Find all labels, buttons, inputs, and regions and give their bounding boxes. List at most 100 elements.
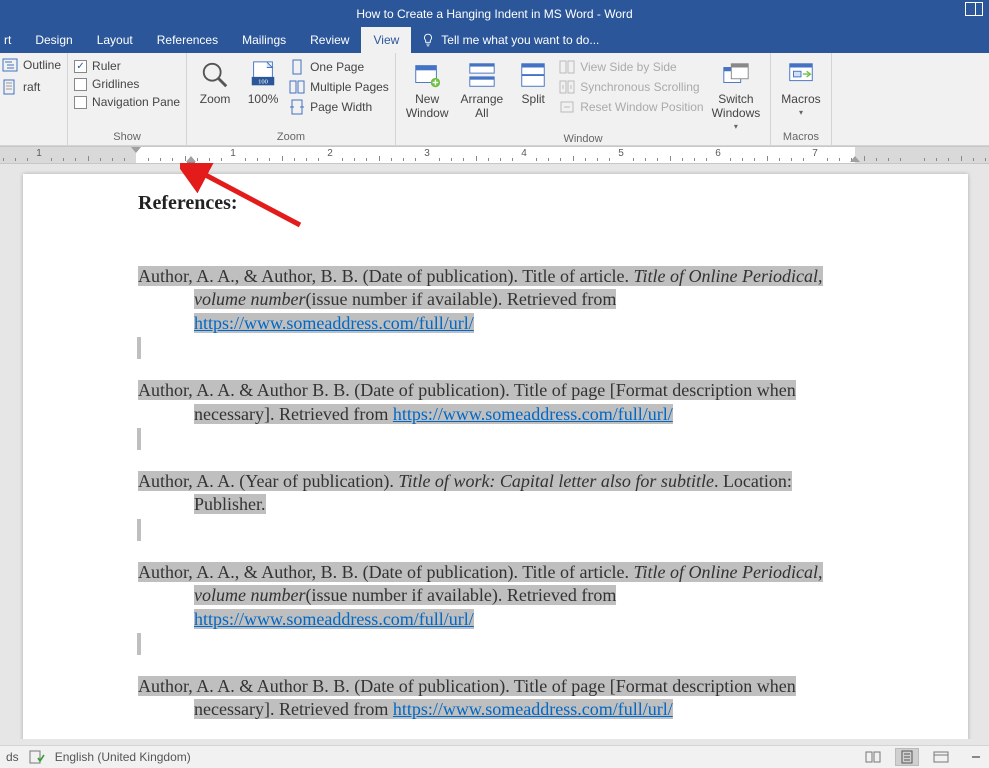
outline-view-button[interactable]: Outline (2, 57, 61, 73)
reference-entry: Author, A. A., & Author, B. B. (Date of … (138, 265, 858, 335)
reference-link[interactable]: https://www.someaddress.com/full/url/ (194, 313, 474, 333)
reference-entry: Author, A. A. (Year of publication). Tit… (138, 470, 858, 517)
arrange-all-label: Arrange All (461, 93, 504, 121)
horizontal-ruler[interactable]: 11234567 (0, 146, 989, 164)
ribbon-options-icon[interactable] (965, 2, 983, 16)
spellcheck-status[interactable] (29, 750, 45, 764)
chevron-down-icon: ▾ (734, 122, 738, 131)
tab-references[interactable]: References (145, 27, 230, 53)
read-mode-icon (865, 750, 881, 764)
document-area[interactable]: References: Author, A. A., & Author, B. … (0, 164, 989, 739)
split-button[interactable]: Split (511, 57, 555, 107)
zoom-button[interactable]: Zoom (193, 57, 237, 107)
tab-mailings[interactable]: Mailings (230, 27, 298, 53)
ribbon-group-window: New Window Arrange All Split View Side b… (396, 53, 771, 145)
split-label: Split (522, 93, 545, 107)
word-count-label: ds (6, 750, 19, 764)
macros-label: Macros (781, 93, 820, 107)
new-window-label: New Window (406, 93, 449, 121)
zoom-100-label: 100% (248, 93, 279, 107)
language-status[interactable]: English (United Kingdom) (55, 750, 191, 764)
ribbon-tabstrip: rt Design Layout References Mailings Rev… (0, 27, 989, 53)
ribbon-group-zoom: Zoom 100 100% One Page (187, 53, 396, 145)
multiple-pages-button[interactable]: Multiple Pages (289, 79, 389, 95)
reset-pos-icon (559, 99, 575, 115)
new-window-button[interactable]: New Window (402, 57, 453, 121)
web-layout-button[interactable] (929, 748, 953, 766)
word-count-status[interactable]: ds (6, 750, 19, 764)
group-label-macros: Macros (777, 129, 824, 143)
spellcheck-icon (29, 750, 45, 764)
first-line-indent-marker[interactable] (131, 147, 141, 153)
one-page-button[interactable]: One Page (289, 59, 389, 75)
tab-review[interactable]: Review (298, 27, 361, 53)
draft-view-button[interactable]: raft (2, 79, 40, 95)
page-width-label: Page Width (310, 100, 372, 114)
ribbon: Outline raft ✓ Ruler Gridlines (0, 53, 989, 146)
outline-icon (2, 57, 18, 73)
arrange-all-button[interactable]: Arrange All (457, 57, 508, 121)
reference-entry: Author, A. A. & Author B. B. (Date of pu… (138, 379, 858, 426)
zoom-100-button[interactable]: 100 100% (241, 57, 285, 107)
reference-link[interactable]: https://www.someaddress.com/full/url/ (194, 609, 474, 629)
page-width-button[interactable]: Page Width (289, 99, 389, 115)
draft-label: raft (23, 80, 40, 94)
gridlines-checkbox[interactable]: Gridlines (74, 77, 180, 91)
tab-view[interactable]: View (361, 27, 411, 53)
reference-entry: Author, A. A., & Author, B. B. (Date of … (138, 561, 858, 631)
zoom-label: Zoom (200, 93, 231, 107)
sync-scroll-label: Synchronous Scrolling (580, 80, 699, 94)
multiple-pages-icon (289, 79, 305, 95)
paragraph-mark (137, 633, 141, 655)
multiple-pages-label: Multiple Pages (310, 80, 389, 94)
switch-windows-icon (721, 60, 751, 90)
side-by-side-label: View Side by Side (580, 60, 677, 74)
outline-label: Outline (23, 58, 61, 72)
statusbar: ds English (United Kingdom) (0, 745, 989, 768)
macros-button[interactable]: Macros ▾ (777, 57, 824, 117)
navigation-pane-checkbox[interactable]: Navigation Pane (74, 95, 180, 109)
ruler-checkbox[interactable]: ✓ Ruler (74, 59, 180, 73)
zoom-out-button[interactable] (969, 752, 983, 762)
magnifier-icon (200, 60, 230, 90)
window-title: How to Create a Hanging Indent in MS Wor… (356, 7, 632, 21)
checkbox-icon (74, 78, 87, 91)
new-window-icon (412, 60, 442, 90)
reference-link[interactable]: https://www.someaddress.com/full/url/ (393, 404, 673, 424)
sync-scroll-icon (559, 79, 575, 95)
switch-windows-button[interactable]: Switch Windows ▾ (708, 57, 765, 131)
paragraph-mark (137, 519, 141, 541)
print-layout-button[interactable] (895, 748, 919, 766)
tell-me-search[interactable]: Tell me what you want to do... (411, 27, 599, 53)
chevron-down-icon: ▾ (799, 108, 803, 117)
group-label-show: Show (74, 129, 180, 143)
paragraph-mark (137, 428, 141, 450)
reference-link[interactable]: https://www.someaddress.com/full/url/ (393, 699, 673, 719)
ribbon-group-show: ✓ Ruler Gridlines Navigation Pane Show (68, 53, 187, 145)
minus-icon (971, 752, 981, 762)
language-label: English (United Kingdom) (55, 750, 191, 764)
tell-me-label: Tell me what you want to do... (441, 33, 599, 47)
tab-layout[interactable]: Layout (85, 27, 145, 53)
ruler-checkbox-label: Ruler (92, 59, 121, 73)
group-label-zoom: Zoom (193, 129, 389, 143)
tab-insert-partial[interactable]: rt (0, 27, 23, 53)
read-mode-button[interactable] (861, 748, 885, 766)
tab-design[interactable]: Design (23, 27, 84, 53)
one-page-icon (289, 59, 305, 75)
side-by-side-icon (559, 59, 575, 75)
gridlines-checkbox-label: Gridlines (92, 77, 139, 91)
checkbox-icon: ✓ (74, 60, 87, 73)
right-indent-marker[interactable] (850, 156, 860, 162)
web-layout-icon (933, 750, 949, 764)
draft-icon (2, 79, 18, 95)
group-label-views (2, 129, 61, 143)
page-width-icon (289, 99, 305, 115)
ribbon-group-views: Outline raft (0, 53, 68, 145)
page-100-icon: 100 (248, 60, 278, 90)
reference-entry: Author, A. A. & Author B. B. (Date of pu… (138, 675, 858, 722)
titlebar: How to Create a Hanging Indent in MS Wor… (0, 0, 989, 27)
switch-windows-label: Switch Windows (712, 93, 761, 121)
macros-icon (786, 60, 816, 90)
reset-window-position-button: Reset Window Position (559, 99, 703, 115)
